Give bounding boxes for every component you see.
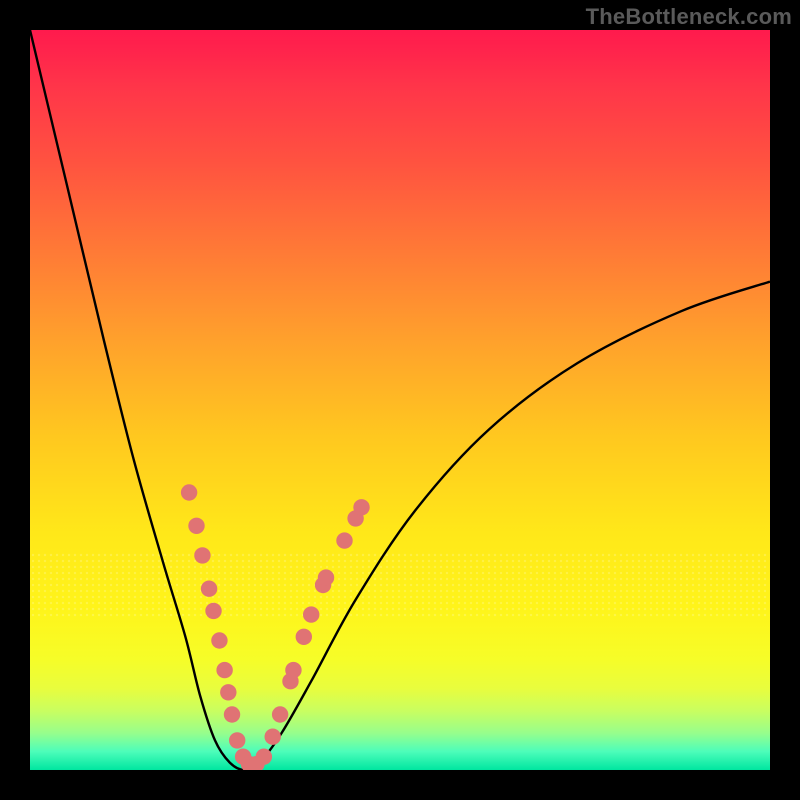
- data-marker: [256, 748, 272, 764]
- data-marker: [224, 706, 240, 722]
- data-marker: [265, 729, 281, 745]
- data-marker: [285, 662, 301, 678]
- data-marker: [318, 569, 334, 585]
- data-marker: [296, 629, 312, 645]
- data-marker: [229, 732, 245, 748]
- plot-area: [30, 30, 770, 770]
- data-marker: [205, 603, 221, 619]
- data-marker: [272, 706, 288, 722]
- data-marker: [303, 606, 319, 622]
- watermark-text: TheBottleneck.com: [586, 4, 792, 30]
- data-marker: [216, 662, 232, 678]
- data-marker: [201, 581, 217, 597]
- data-marker: [336, 532, 352, 548]
- curve-svg: [30, 30, 770, 770]
- data-marker: [220, 684, 236, 700]
- data-marker: [194, 547, 210, 563]
- data-marker: [353, 499, 369, 515]
- data-marker: [181, 484, 197, 500]
- chart-frame: TheBottleneck.com: [0, 0, 800, 800]
- bottleneck-curve-path: [30, 30, 770, 770]
- data-marker: [211, 632, 227, 648]
- data-marker: [188, 518, 204, 534]
